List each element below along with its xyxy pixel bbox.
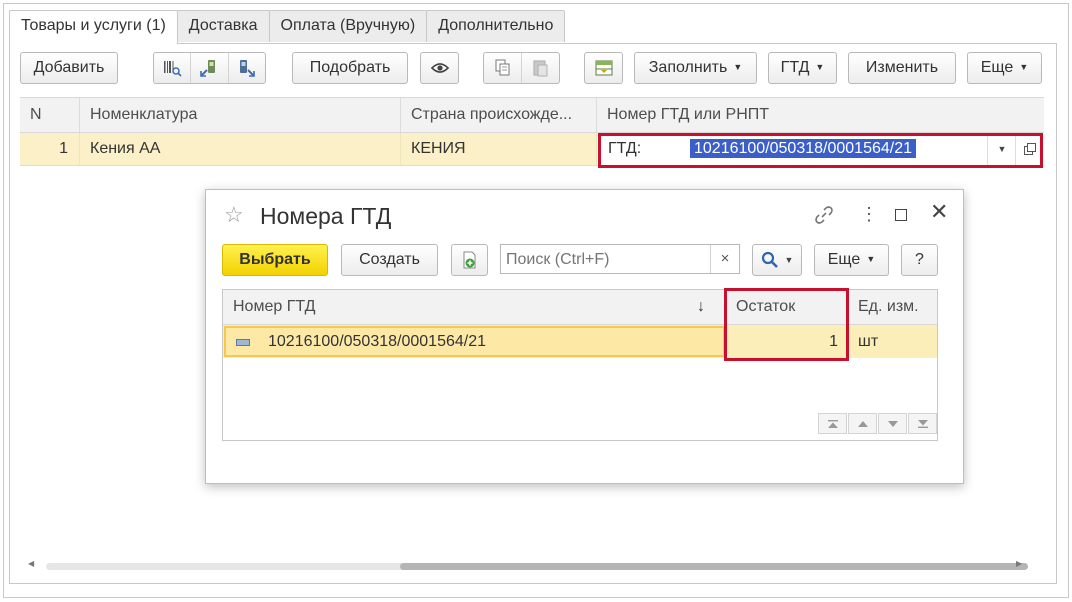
chevron-down-icon: ▼ [784, 255, 794, 265]
data-collector-load-icon[interactable] [191, 53, 229, 83]
column-header-country[interactable]: Страна происхожде... [401, 98, 597, 132]
add-button[interactable]: Добавить [20, 52, 118, 84]
copy-paste-group [483, 52, 560, 84]
chevron-down-icon: ▼ [815, 62, 825, 72]
tab-delivery[interactable]: Доставка [176, 10, 270, 42]
dialog-more-button[interactable]: Еще ▼ [814, 244, 889, 276]
table-header: N Номенклатура Страна происхожде... Номе… [20, 97, 1044, 133]
link-icon[interactable] [813, 204, 835, 231]
row-number: 1 [20, 133, 80, 165]
column-header-gtd-number[interactable]: Номер ГТД ↓ [223, 290, 726, 324]
column-header-item[interactable]: Номенклатура [80, 98, 401, 132]
favorite-star-icon[interactable]: ☆ [224, 202, 244, 228]
list-navigation [223, 406, 937, 440]
gtd-label: ГТД [780, 59, 810, 76]
scroll-thumb[interactable] [400, 563, 1028, 570]
create-copy-button[interactable] [451, 244, 488, 276]
tab-bar: Товары и услуги (1) Доставка Оплата (Вру… [9, 10, 566, 44]
view-button[interactable] [420, 52, 459, 84]
pick-button[interactable]: Подобрать [292, 52, 408, 84]
go-last-icon[interactable] [908, 413, 937, 434]
scroll-right-icon[interactable]: ▶ [1016, 559, 1022, 568]
more-button[interactable]: Еще ▼ [967, 52, 1042, 84]
balance-highlight-frame [724, 288, 849, 361]
dialog-more-label: Еще [827, 251, 861, 268]
row-item: Кения АА [80, 133, 401, 165]
gtd-button[interactable]: ГТД ▼ [768, 52, 837, 84]
go-down-icon[interactable] [878, 413, 907, 434]
scanner-button-group [153, 52, 266, 84]
scroll-track[interactable] [46, 563, 1028, 570]
gtd-numbers-dialog: ☆ Номера ГТД ⋮ ✕ Выбрать Создать × ▼ Еще… [205, 189, 964, 484]
create-button[interactable]: Создать [341, 244, 438, 276]
clear-search-icon[interactable]: × [710, 245, 739, 273]
search-box: × [500, 244, 740, 274]
more-label: Еще [980, 59, 1014, 76]
row-gtd-number: 10216100/050318/0001564/21 [268, 333, 486, 350]
chevron-down-icon: ▼ [733, 62, 743, 72]
scroll-left-icon[interactable]: ◀ [28, 559, 34, 568]
chevron-down-icon: ▼ [866, 254, 876, 264]
tab-additional[interactable]: Дополнительно [426, 10, 566, 42]
go-first-icon[interactable] [818, 413, 847, 434]
data-collector-unload-icon[interactable] [229, 53, 265, 83]
tab-payment[interactable]: Оплата (Вручную) [268, 10, 428, 42]
search-input[interactable] [504, 246, 713, 274]
row-unit: шт [858, 333, 879, 350]
tab-goods-services[interactable]: Товары и услуги (1) [9, 10, 178, 44]
gtd-record-icon [236, 339, 250, 346]
more-actions-icon[interactable]: ⋮ [860, 205, 878, 223]
gtd-highlight-frame [598, 133, 1043, 168]
fill-button[interactable]: Заполнить ▼ [634, 52, 757, 84]
change-button[interactable]: Изменить [848, 52, 956, 84]
column-header-gtd[interactable]: Номер ГТД или РНПТ [597, 98, 1044, 132]
table-fill-icon [585, 53, 622, 83]
chevron-down-icon: ▼ [1019, 62, 1029, 72]
sort-arrow-icon: ↓ [697, 298, 705, 315]
barcode-search-icon[interactable] [154, 53, 192, 83]
dialog-title: Номера ГТД [260, 203, 392, 229]
gtd-number-header-label: Номер ГТД [233, 298, 316, 315]
search-icon: ▼ [753, 245, 801, 275]
eye-icon [421, 53, 458, 83]
fill-table-button[interactable] [584, 52, 623, 84]
close-icon[interactable]: ✕ [930, 201, 948, 223]
select-button[interactable]: Выбрать [222, 244, 328, 276]
paste-icon[interactable] [522, 53, 559, 83]
column-header-n[interactable]: N [20, 98, 80, 132]
row-country: КЕНИЯ [401, 133, 597, 165]
maximize-icon[interactable] [895, 209, 907, 221]
go-up-icon[interactable] [848, 413, 877, 434]
horizontal-scrollbar[interactable]: ◀ ▶ [28, 559, 1028, 571]
add-document-icon [452, 245, 487, 275]
search-options-button[interactable]: ▼ [752, 244, 802, 276]
fill-label: Заполнить [648, 59, 728, 76]
column-header-unit[interactable]: Ед. изм. [848, 290, 937, 324]
help-button[interactable]: ? [901, 244, 938, 276]
copy-icon[interactable] [484, 53, 522, 83]
